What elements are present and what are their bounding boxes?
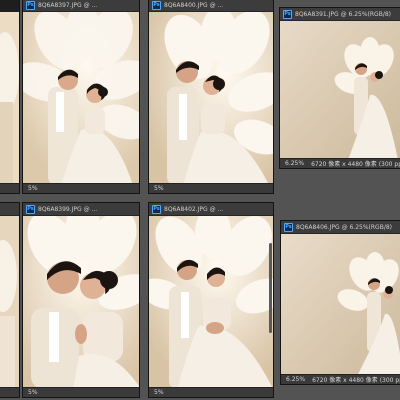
document-statusbar: 5% bbox=[149, 387, 273, 397]
document-statusbar bbox=[0, 387, 19, 397]
photoshop-document-icon: Ps bbox=[152, 204, 161, 214]
wedding-photo bbox=[149, 12, 273, 183]
document-statusbar: 5% bbox=[149, 183, 273, 193]
document-info[interactable]: 6720 像素 x 4480 像素 (300 ppi) bbox=[312, 375, 400, 384]
zoom-level[interactable]: 6.25% bbox=[286, 376, 305, 383]
wedding-photo bbox=[280, 21, 400, 158]
document-window-7[interactable]: Ps 8Q6A8402.JPG @ ... 5% bbox=[148, 202, 274, 398]
document-titlebar[interactable]: Ps 8Q6A8402.JPG @ ... bbox=[149, 203, 273, 216]
document-window-3[interactable]: Ps 8Q6A8400.JPG @ ... 5% bbox=[148, 0, 274, 194]
document-canvas bbox=[149, 12, 273, 183]
document-window-4[interactable]: Ps 8Q6A8391.JPG @ 6.25%(RGB/8) 6.25% 672… bbox=[279, 7, 400, 169]
document-window-8[interactable]: Ps 8Q6A8406.JPG @ 6.25%(RGB/8) 6.25% 672… bbox=[280, 220, 400, 385]
document-title: 8Q6A8391.JPG @ 6.25%(RGB/8) bbox=[295, 10, 392, 18]
photoshop-document-icon: Ps bbox=[26, 0, 35, 10]
document-titlebar[interactable]: Ps 8Q6A8400.JPG @ ... bbox=[149, 0, 273, 12]
document-canvas bbox=[281, 234, 400, 374]
photoshop-document-icon: Ps bbox=[26, 204, 35, 214]
wedding-photo bbox=[23, 216, 139, 387]
document-canvas bbox=[280, 21, 400, 158]
photoshop-document-icon: Ps bbox=[283, 9, 292, 19]
document-window-1[interactable] bbox=[0, 0, 20, 194]
document-titlebar[interactable]: Ps 8Q6A8391.JPG @ 6.25%(RGB/8) bbox=[280, 8, 400, 21]
document-title: 8Q6A8397.JPG @ ... bbox=[38, 1, 98, 9]
document-title: 8Q6A8406.JPG @ 6.25%(RGB/8) bbox=[296, 223, 393, 231]
document-canvas bbox=[149, 216, 273, 387]
wedding-photo bbox=[149, 216, 273, 387]
document-statusbar: 5% bbox=[23, 387, 139, 397]
zoom-level[interactable]: 5% bbox=[154, 389, 164, 396]
document-canvas bbox=[23, 12, 139, 183]
wedding-photo bbox=[281, 234, 400, 374]
document-canvas bbox=[0, 216, 19, 387]
wedding-photo bbox=[23, 12, 139, 183]
document-statusbar bbox=[0, 183, 19, 193]
document-statusbar: 6.25% 6720 像素 x 4480 像素 (300 ppi) bbox=[280, 158, 400, 168]
document-statusbar: 6.25% 6720 像素 x 4480 像素 (300 ppi) bbox=[281, 374, 400, 384]
document-window-5[interactable] bbox=[0, 202, 20, 398]
document-titlebar[interactable]: Ps 8Q6A8399.JPG @ ... bbox=[23, 203, 139, 216]
document-titlebar[interactable] bbox=[0, 203, 19, 216]
photoshop-document-icon: Ps bbox=[152, 0, 161, 10]
document-titlebar[interactable]: Ps 8Q6A8406.JPG @ 6.25%(RGB/8) bbox=[281, 221, 400, 234]
document-title: 8Q6A8400.JPG @ ... bbox=[164, 1, 224, 9]
photoshop-document-icon: Ps bbox=[284, 222, 293, 232]
document-window-6[interactable]: Ps 8Q6A8399.JPG @ ... 5% bbox=[22, 202, 140, 398]
zoom-level[interactable]: 5% bbox=[28, 185, 38, 192]
document-title: 8Q6A8399.JPG @ ... bbox=[38, 205, 98, 213]
wedding-photo bbox=[0, 216, 19, 387]
document-canvas bbox=[0, 12, 19, 183]
document-window-2[interactable]: Ps 8Q6A8397.JPG @ ... 5% bbox=[22, 0, 140, 194]
wedding-photo bbox=[0, 12, 19, 183]
document-title: 8Q6A8402.JPG @ ... bbox=[164, 205, 224, 213]
zoom-level[interactable]: 6.25% bbox=[285, 160, 304, 167]
vertical-scrollbar[interactable] bbox=[269, 243, 272, 333]
document-canvas bbox=[23, 216, 139, 387]
document-info[interactable]: 6720 像素 x 4480 像素 (300 ppi) bbox=[311, 159, 400, 168]
zoom-level[interactable]: 5% bbox=[28, 389, 38, 396]
zoom-level[interactable]: 5% bbox=[154, 185, 164, 192]
document-statusbar: 5% bbox=[23, 183, 139, 193]
document-titlebar[interactable]: Ps 8Q6A8397.JPG @ ... bbox=[23, 0, 139, 12]
